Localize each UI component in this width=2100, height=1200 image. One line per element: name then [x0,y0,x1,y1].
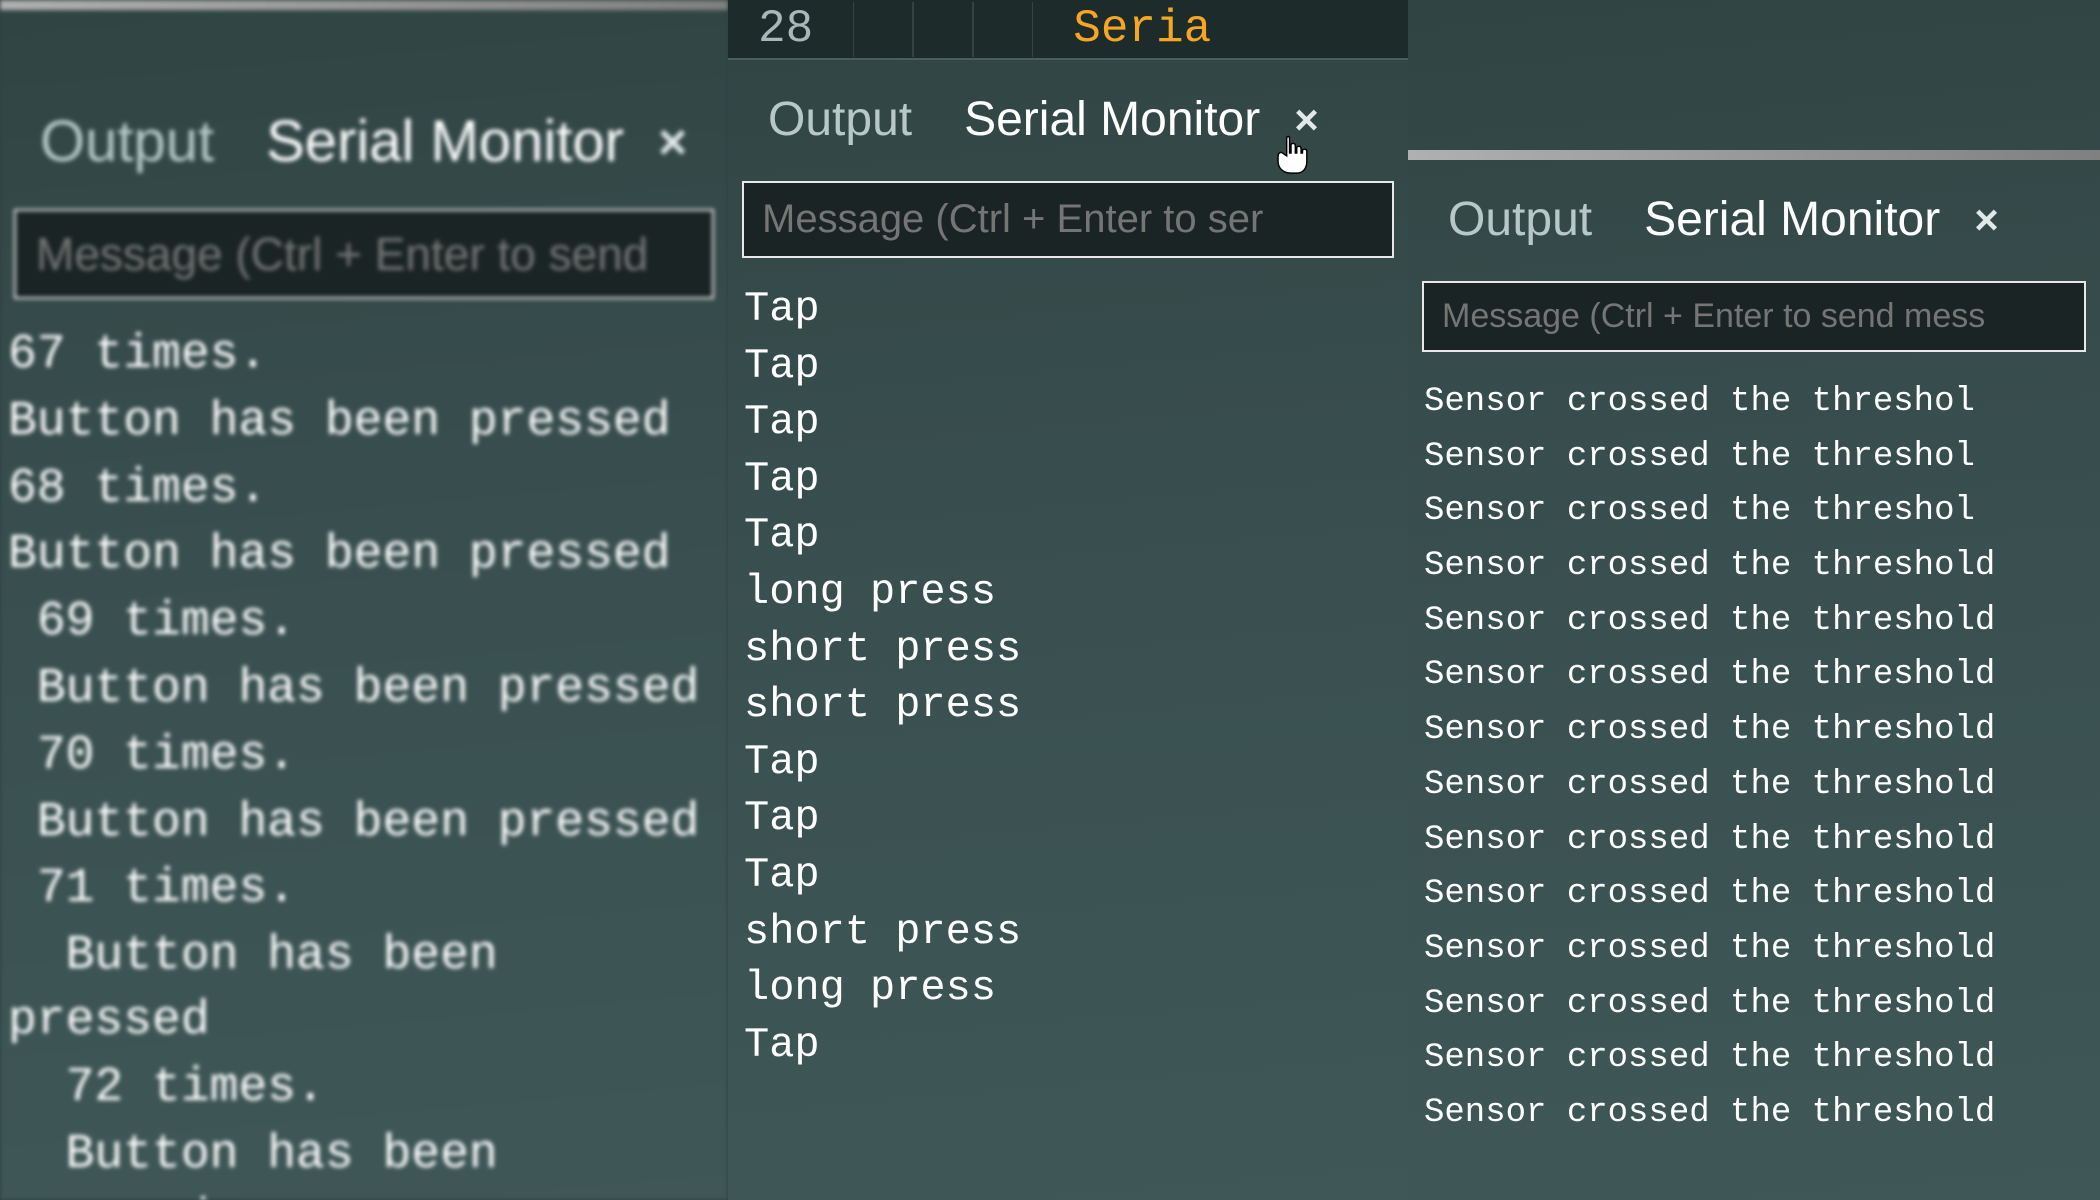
message-input[interactable] [14,209,714,299]
serial-log: 67 times.Button has been pressed68 times… [0,311,728,1200]
log-line: 71 times. [8,857,712,922]
message-input-container [1422,281,2086,352]
log-line: Sensor crossed the threshold [1424,1032,2084,1085]
log-line: short press [744,622,1392,677]
editor-strip: 28 Seria [728,0,1408,60]
log-line: long press [744,961,1392,1016]
log-line: Sensor crossed the threshold [1424,868,2084,921]
log-line: Tap [744,791,1392,846]
log-line: Sensor crossed the threshold [1424,595,2084,648]
tab-output[interactable]: Output [1426,184,1614,255]
log-line: Sensor crossed the threshold [1424,649,2084,702]
log-line: Sensor crossed the threshold [1424,978,2084,1031]
line-number: 28 [758,3,813,55]
message-input-container [742,181,1394,258]
log-line: Tap [744,735,1392,790]
log-line: 69 times. [8,590,712,655]
log-line: Tap [744,282,1392,337]
serial-monitor-panel-right: Output Serial Monitor × Sensor crossed t… [1408,0,2100,1200]
log-line: Sensor crossed the threshold [1424,759,2084,812]
gutter-divider [853,2,913,57]
serial-log: TapTapTapTapTaplong pressshort pressshor… [728,270,1408,1086]
tab-bar: Output Serial Monitor × [1408,160,2100,273]
tab-output[interactable]: Output [18,100,236,183]
log-line: 68 times. [8,457,712,522]
serial-monitor-panel-left: Output Serial Monitor × 67 times.Button … [0,0,728,1200]
close-icon[interactable]: × [658,113,687,171]
log-line: Button has been pressed [8,791,712,856]
gutter-divider [913,2,973,57]
log-line: short press [744,905,1392,960]
log-line: Sensor crossed the threshold [1424,814,2084,867]
log-line: Sensor crossed the threshold [1424,1087,2084,1140]
log-line: Sensor crossed the threshold [1424,923,2084,976]
log-line: 72 times. [8,1056,712,1121]
close-icon[interactable]: × [1974,196,1999,244]
log-line: Button has been pressed [8,390,712,455]
log-line: short press [744,678,1392,733]
log-line: Tap [744,339,1392,394]
log-line: Sensor crossed the threshold [1424,704,2084,757]
tab-bar: Output Serial Monitor × [0,10,728,201]
tab-bar: Output Serial Monitor × [728,60,1408,173]
message-input[interactable] [742,181,1394,258]
tab-serial-monitor[interactable]: Serial Monitor [942,84,1282,155]
log-line: Sensor crossed the threshol [1424,376,2084,429]
log-line: Sensor crossed the threshol [1424,431,2084,484]
top-divider [1408,150,2100,160]
log-line: Button has been pressed [8,657,712,722]
tab-serial-monitor[interactable]: Serial Monitor [244,100,646,183]
log-line: Sensor crossed the threshol [1424,485,2084,538]
log-line: 67 times. [8,323,712,388]
message-input[interactable] [1422,281,2086,352]
serial-log: Sensor crossed the thresholSensor crosse… [1408,364,2100,1154]
log-line: 70 times. [8,724,712,789]
log-line: Tap [744,1018,1392,1073]
message-input-container [14,209,714,299]
tab-serial-monitor[interactable]: Serial Monitor [1622,184,1962,255]
log-line: Tap [744,848,1392,903]
log-line: Tap [744,395,1392,450]
serial-monitor-panel-center: 28 Seria Output Serial Monitor × TapTapT… [728,0,1408,1200]
log-line: Button has been pressed [8,523,712,588]
log-line: Button has been pressed [8,924,712,1054]
tab-output[interactable]: Output [746,84,934,155]
close-icon[interactable]: × [1294,96,1319,144]
log-line: long press [744,565,1392,620]
log-line: Tap [744,452,1392,507]
log-line: Tap [744,508,1392,563]
log-line: Button has been pressed [8,1123,712,1200]
code-token: Seria [1073,3,1211,55]
gutter-divider [973,2,1033,57]
log-line: Sensor crossed the threshold [1424,540,2084,593]
top-divider [0,0,728,10]
